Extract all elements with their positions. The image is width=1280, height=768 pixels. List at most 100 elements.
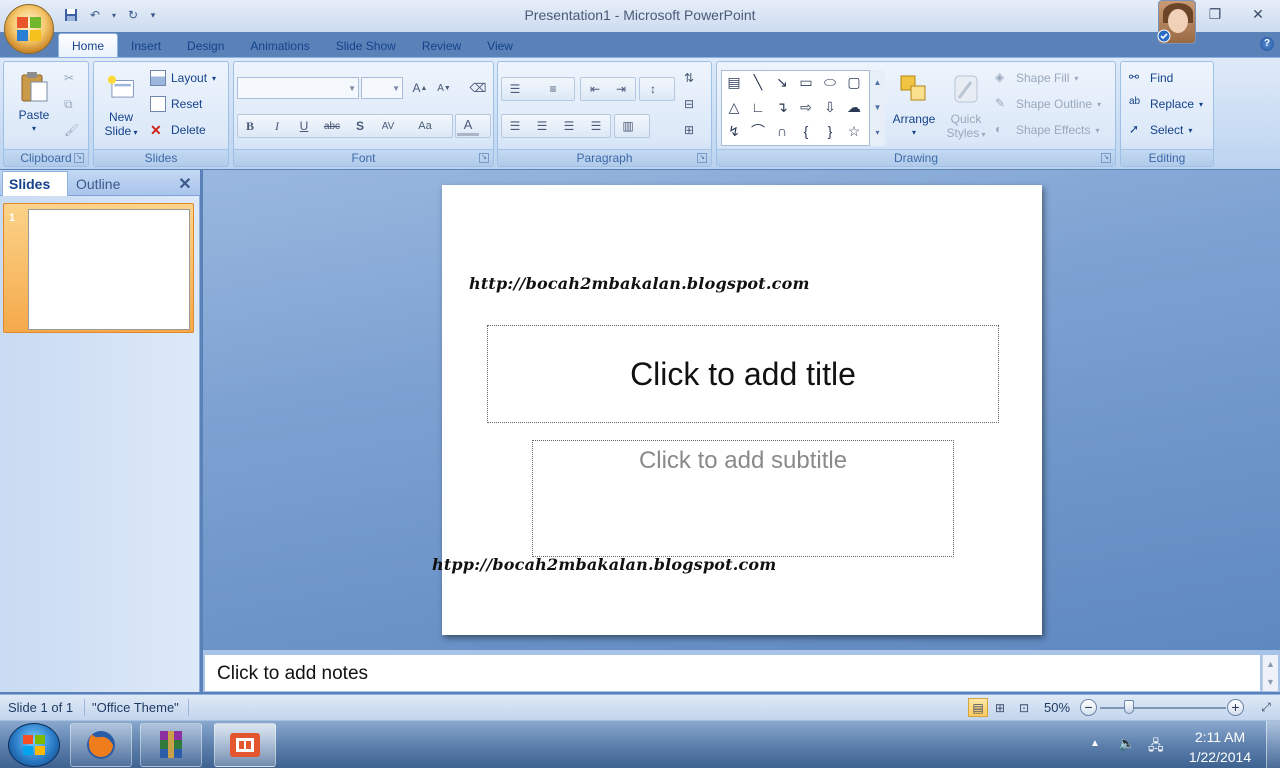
tab-outline[interactable]: Outline	[70, 171, 136, 196]
reset-button[interactable]: Reset	[150, 94, 202, 114]
gallery-scroll[interactable]: ▲ ▼ ▾	[869, 70, 885, 146]
tab-animations[interactable]: Animations	[237, 33, 322, 58]
align-left-icon[interactable]: ☰	[504, 116, 526, 136]
text-direction-icon[interactable]: ⇅	[678, 68, 700, 88]
shape-effects-button[interactable]: ◐ Shape Effects ▾	[995, 120, 1100, 140]
triangle-shape-icon[interactable]: △	[724, 97, 744, 117]
fit-to-window-icon[interactable]: ⤢	[1256, 698, 1276, 717]
volume-icon[interactable]: 🔈	[1118, 735, 1135, 752]
tab-home[interactable]: Home	[58, 33, 119, 58]
zoom-out-icon[interactable]: −	[1080, 699, 1097, 716]
bullets-icon[interactable]: ☰	[504, 79, 526, 99]
zoom-slider-thumb[interactable]	[1124, 700, 1134, 714]
office-button[interactable]	[4, 4, 54, 54]
subtitle-placeholder[interactable]: Click to add subtitle	[532, 440, 954, 557]
find-button[interactable]: ⚯ Find	[1129, 68, 1173, 88]
align-text-icon[interactable]: ⊟	[678, 94, 700, 114]
quick-styles-button[interactable]: Quick Styles ▾	[943, 72, 989, 142]
character-spacing-icon[interactable]: AV	[377, 116, 399, 136]
down-arrow-shape-icon[interactable]: ⇩	[820, 97, 840, 117]
select-button[interactable]: ➚ Select ▾	[1129, 120, 1192, 140]
zoom-in-icon[interactable]: +	[1227, 699, 1244, 716]
close-icon[interactable]: ✕	[176, 171, 194, 196]
cut-icon[interactable]: ✂	[64, 68, 74, 88]
change-case-icon[interactable]: Aa	[414, 116, 436, 136]
slide-show-icon[interactable]: ⊡	[1014, 698, 1034, 717]
italic-icon[interactable]: I	[266, 116, 288, 136]
slide-thumbnail[interactable]	[28, 209, 190, 330]
rectangle-shape-icon[interactable]: ▭	[796, 72, 816, 92]
rounded-rectangle-shape-icon[interactable]: ▢	[844, 72, 864, 92]
show-desktop-button[interactable]	[1266, 721, 1280, 768]
right-brace-shape-icon[interactable]: }	[820, 121, 840, 141]
replace-button[interactable]: ab Replace ▾	[1129, 94, 1203, 114]
tab-slide-show[interactable]: Slide Show	[323, 33, 409, 58]
arc-shape-icon[interactable]: ⌒	[748, 121, 768, 141]
arrange-button[interactable]: Arrange ▾	[889, 72, 939, 140]
powerpoint-taskbar-button[interactable]	[214, 723, 276, 767]
star-shape-icon[interactable]: ☆	[844, 121, 864, 141]
winrar-taskbar-button[interactable]	[140, 723, 202, 767]
text-shadow-icon[interactable]: S	[349, 116, 371, 136]
align-center-icon[interactable]: ☰	[531, 116, 553, 136]
close-window-button[interactable]: ✕	[1246, 4, 1270, 24]
convert-smartart-icon[interactable]: ⊞	[678, 120, 700, 140]
numbering-icon[interactable]: ≡	[542, 79, 564, 99]
line-spacing-icon[interactable]: ↕	[642, 79, 664, 99]
restore-window-button[interactable]: ❐	[1203, 4, 1227, 24]
layout-button[interactable]: Layout ▾	[150, 68, 216, 88]
title-placeholder[interactable]: Click to add title	[487, 325, 999, 423]
slide-sorter-icon[interactable]: ⊞	[990, 698, 1010, 717]
font-color-icon[interactable]: A	[457, 116, 479, 136]
freeform-shape-icon[interactable]: ↯	[724, 121, 744, 141]
left-brace-shape-icon[interactable]: {	[796, 121, 816, 141]
shape-fill-button[interactable]: ◈ Shape Fill ▾	[995, 68, 1078, 88]
align-right-icon[interactable]: ☰	[558, 116, 580, 136]
underline-icon[interactable]: U	[293, 116, 315, 136]
copy-icon[interactable]: ⧉	[64, 94, 73, 114]
tab-insert[interactable]: Insert	[118, 33, 174, 58]
help-icon[interactable]: ?	[1260, 37, 1274, 51]
show-hidden-icons-icon[interactable]: ▲	[1090, 738, 1100, 749]
tab-design[interactable]: Design	[174, 33, 237, 58]
clipboard-launcher-icon[interactable]: ↘	[74, 153, 84, 163]
oval-shape-icon[interactable]: ⬭	[820, 72, 840, 92]
zoom-level[interactable]: 50%	[1044, 700, 1070, 715]
strikethrough-icon[interactable]: abc	[321, 116, 343, 136]
notes-scrollbar[interactable]: ▲ ▼	[1262, 655, 1278, 691]
normal-view-icon[interactable]: ▤	[968, 698, 988, 717]
new-slide-button[interactable]: New Slide ▾	[100, 74, 142, 140]
shape-outline-button[interactable]: ✎ Shape Outline ▾	[995, 94, 1101, 114]
paste-button[interactable]: Paste ▾	[12, 70, 56, 136]
delete-button[interactable]: ✕ Delete	[150, 120, 206, 140]
tab-slides[interactable]: Slides	[2, 171, 68, 196]
notes-field[interactable]: Click to add notes	[205, 655, 1260, 691]
text-box-shape-icon[interactable]: ▤	[724, 72, 744, 92]
slide-thumbnail-selected[interactable]: 1	[3, 203, 194, 333]
justify-icon[interactable]: ☰	[585, 116, 607, 136]
arrow-line-shape-icon[interactable]: ↘	[772, 72, 792, 92]
elbow-connector-shape-icon[interactable]: ∟	[748, 97, 768, 117]
shrink-font-icon[interactable]: A ▼	[433, 78, 455, 98]
firefox-taskbar-button[interactable]	[70, 723, 132, 767]
network-icon[interactable]: 🖧	[1148, 735, 1164, 759]
increase-indent-icon[interactable]: ⇥	[610, 79, 632, 99]
clear-formatting-icon[interactable]: ⌫	[467, 78, 489, 98]
line-shape-icon[interactable]: ╲	[748, 72, 768, 92]
decrease-indent-icon[interactable]: ⇤	[584, 79, 606, 99]
bold-icon[interactable]: B	[239, 116, 261, 136]
columns-icon[interactable]: ▥	[617, 116, 639, 136]
zoom-slider[interactable]	[1100, 707, 1226, 709]
format-painter-icon[interactable]: 🖌	[64, 120, 79, 140]
elbow-arrow-shape-icon[interactable]: ↴	[772, 97, 792, 117]
curve-shape-icon[interactable]: ∩	[772, 121, 792, 141]
tab-review[interactable]: Review	[409, 33, 474, 58]
font-size-combo[interactable]: ▼	[361, 77, 403, 99]
start-button[interactable]	[8, 723, 60, 767]
font-launcher-icon[interactable]: ↘	[479, 153, 489, 163]
drawing-launcher-icon[interactable]: ↘	[1101, 153, 1111, 163]
grow-font-icon[interactable]: A ▲	[409, 78, 431, 98]
paragraph-launcher-icon[interactable]: ↘	[697, 153, 707, 163]
font-name-combo[interactable]: ▼	[237, 77, 359, 99]
tab-view[interactable]: View	[474, 33, 526, 58]
